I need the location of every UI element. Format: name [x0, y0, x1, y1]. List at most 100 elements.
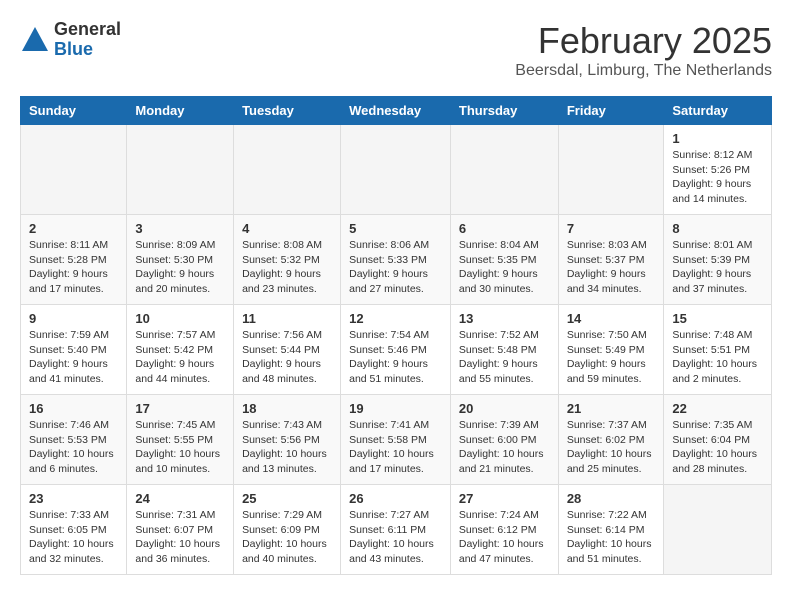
calendar-cell: 2 Sunrise: 8:11 AM Sunset: 5:28 PM Daylig… — [21, 215, 127, 305]
day-info: Sunrise: 7:52 AM Sunset: 5:48 PM Dayligh… — [459, 328, 550, 387]
calendar-cell — [558, 125, 664, 215]
calendar-cell: 13 Sunrise: 7:52 AM Sunset: 5:48 PM Dayli… — [450, 305, 558, 395]
day-info: Sunrise: 8:12 AM Sunset: 5:26 PM Dayligh… — [672, 148, 763, 207]
day-info: Sunrise: 8:11 AM Sunset: 5:28 PM Dayligh… — [29, 238, 118, 297]
calendar-week-row: 2 Sunrise: 8:11 AM Sunset: 5:28 PM Daylig… — [21, 215, 772, 305]
day-number: 1 — [672, 131, 763, 146]
calendar-week-row: 1 Sunrise: 8:12 AM Sunset: 5:26 PM Daylig… — [21, 125, 772, 215]
calendar-cell: 9 Sunrise: 7:59 AM Sunset: 5:40 PM Daylig… — [21, 305, 127, 395]
calendar-cell: 6 Sunrise: 8:04 AM Sunset: 5:35 PM Daylig… — [450, 215, 558, 305]
day-number: 6 — [459, 221, 550, 236]
calendar-cell: 23 Sunrise: 7:33 AM Sunset: 6:05 PM Dayli… — [21, 485, 127, 575]
calendar-cell: 17 Sunrise: 7:45 AM Sunset: 5:55 PM Dayli… — [127, 395, 234, 485]
day-number: 17 — [135, 401, 225, 416]
calendar-cell: 3 Sunrise: 8:09 AM Sunset: 5:30 PM Daylig… — [127, 215, 234, 305]
calendar-cell: 10 Sunrise: 7:57 AM Sunset: 5:42 PM Dayli… — [127, 305, 234, 395]
day-number: 2 — [29, 221, 118, 236]
day-number: 26 — [349, 491, 442, 506]
calendar-cell: 21 Sunrise: 7:37 AM Sunset: 6:02 PM Dayli… — [558, 395, 664, 485]
day-number: 16 — [29, 401, 118, 416]
day-info: Sunrise: 7:57 AM Sunset: 5:42 PM Dayligh… — [135, 328, 225, 387]
calendar-cell — [450, 125, 558, 215]
month-title: February 2025 — [515, 20, 772, 62]
day-number: 13 — [459, 311, 550, 326]
day-info: Sunrise: 8:08 AM Sunset: 5:32 PM Dayligh… — [242, 238, 332, 297]
logo-general-text: General — [54, 20, 121, 40]
location-title: Beersdal, Limburg, The Netherlands — [515, 62, 772, 80]
calendar-cell: 1 Sunrise: 8:12 AM Sunset: 5:26 PM Daylig… — [664, 125, 772, 215]
day-number: 22 — [672, 401, 763, 416]
day-info: Sunrise: 7:22 AM Sunset: 6:14 PM Dayligh… — [567, 508, 656, 567]
day-info: Sunrise: 7:59 AM Sunset: 5:40 PM Dayligh… — [29, 328, 118, 387]
weekday-header-thursday: Thursday — [450, 97, 558, 125]
day-info: Sunrise: 7:48 AM Sunset: 5:51 PM Dayligh… — [672, 328, 763, 387]
day-info: Sunrise: 7:45 AM Sunset: 5:55 PM Dayligh… — [135, 418, 225, 477]
day-info: Sunrise: 8:04 AM Sunset: 5:35 PM Dayligh… — [459, 238, 550, 297]
calendar-cell: 14 Sunrise: 7:50 AM Sunset: 5:49 PM Dayli… — [558, 305, 664, 395]
day-info: Sunrise: 7:31 AM Sunset: 6:07 PM Dayligh… — [135, 508, 225, 567]
calendar-cell — [664, 485, 772, 575]
calendar-table: SundayMondayTuesdayWednesdayThursdayFrid… — [20, 96, 772, 575]
day-info: Sunrise: 7:46 AM Sunset: 5:53 PM Dayligh… — [29, 418, 118, 477]
calendar-cell: 8 Sunrise: 8:01 AM Sunset: 5:39 PM Daylig… — [664, 215, 772, 305]
day-number: 23 — [29, 491, 118, 506]
day-number: 20 — [459, 401, 550, 416]
day-info: Sunrise: 7:35 AM Sunset: 6:04 PM Dayligh… — [672, 418, 763, 477]
calendar-cell: 18 Sunrise: 7:43 AM Sunset: 5:56 PM Dayli… — [234, 395, 341, 485]
day-info: Sunrise: 7:43 AM Sunset: 5:56 PM Dayligh… — [242, 418, 332, 477]
calendar-cell: 11 Sunrise: 7:56 AM Sunset: 5:44 PM Dayli… — [234, 305, 341, 395]
calendar-cell: 16 Sunrise: 7:46 AM Sunset: 5:53 PM Dayli… — [21, 395, 127, 485]
calendar-cell: 22 Sunrise: 7:35 AM Sunset: 6:04 PM Dayli… — [664, 395, 772, 485]
calendar-cell — [234, 125, 341, 215]
day-number: 25 — [242, 491, 332, 506]
day-info: Sunrise: 8:01 AM Sunset: 5:39 PM Dayligh… — [672, 238, 763, 297]
day-number: 10 — [135, 311, 225, 326]
day-info: Sunrise: 7:56 AM Sunset: 5:44 PM Dayligh… — [242, 328, 332, 387]
day-number: 8 — [672, 221, 763, 236]
title-block: February 2025 Beersdal, Limburg, The Net… — [515, 20, 772, 80]
day-number: 18 — [242, 401, 332, 416]
day-number: 28 — [567, 491, 656, 506]
day-number: 27 — [459, 491, 550, 506]
day-info: Sunrise: 7:29 AM Sunset: 6:09 PM Dayligh… — [242, 508, 332, 567]
calendar-cell: 12 Sunrise: 7:54 AM Sunset: 5:46 PM Dayli… — [341, 305, 451, 395]
weekday-header-tuesday: Tuesday — [234, 97, 341, 125]
day-number: 3 — [135, 221, 225, 236]
day-info: Sunrise: 7:37 AM Sunset: 6:02 PM Dayligh… — [567, 418, 656, 477]
calendar-week-row: 9 Sunrise: 7:59 AM Sunset: 5:40 PM Daylig… — [21, 305, 772, 395]
calendar-cell: 15Sunrise: 7:48 AM Sunset: 5:51 PM Dayli… — [664, 305, 772, 395]
weekday-header-row: SundayMondayTuesdayWednesdayThursdayFrid… — [21, 97, 772, 125]
day-info: Sunrise: 7:50 AM Sunset: 5:49 PM Dayligh… — [567, 328, 656, 387]
calendar-week-row: 16 Sunrise: 7:46 AM Sunset: 5:53 PM Dayli… — [21, 395, 772, 485]
weekday-header-wednesday: Wednesday — [341, 97, 451, 125]
day-info: Sunrise: 7:54 AM Sunset: 5:46 PM Dayligh… — [349, 328, 442, 387]
day-number: 24 — [135, 491, 225, 506]
weekday-header-saturday: Saturday — [664, 97, 772, 125]
calendar-cell: 26 Sunrise: 7:27 AM Sunset: 6:11 PM Dayli… — [341, 485, 451, 575]
day-number: 19 — [349, 401, 442, 416]
day-info: Sunrise: 7:39 AM Sunset: 6:00 PM Dayligh… — [459, 418, 550, 477]
weekday-header-monday: Monday — [127, 97, 234, 125]
calendar-cell — [127, 125, 234, 215]
calendar-cell — [341, 125, 451, 215]
day-number: 9 — [29, 311, 118, 326]
day-number: 7 — [567, 221, 656, 236]
day-number: 14 — [567, 311, 656, 326]
calendar-cell: 28 Sunrise: 7:22 AM Sunset: 6:14 PM Dayli… — [558, 485, 664, 575]
calendar-cell: 4 Sunrise: 8:08 AM Sunset: 5:32 PM Daylig… — [234, 215, 341, 305]
day-number: 5 — [349, 221, 442, 236]
calendar-cell: 19Sunrise: 7:41 AM Sunset: 5:58 PM Dayli… — [341, 395, 451, 485]
day-number: 21 — [567, 401, 656, 416]
logo-blue-text: Blue — [54, 40, 121, 60]
day-info: Sunrise: 7:33 AM Sunset: 6:05 PM Dayligh… — [29, 508, 118, 567]
weekday-header-friday: Friday — [558, 97, 664, 125]
day-info: Sunrise: 8:09 AM Sunset: 5:30 PM Dayligh… — [135, 238, 225, 297]
weekday-header-sunday: Sunday — [21, 97, 127, 125]
calendar-cell: 5 Sunrise: 8:06 AM Sunset: 5:33 PM Daylig… — [341, 215, 451, 305]
day-info: Sunrise: 8:06 AM Sunset: 5:33 PM Dayligh… — [349, 238, 442, 297]
day-info: Sunrise: 7:27 AM Sunset: 6:11 PM Dayligh… — [349, 508, 442, 567]
day-number: 4 — [242, 221, 332, 236]
day-number: 11 — [242, 311, 332, 326]
page-header: General Blue February 2025 Beersdal, Lim… — [20, 20, 772, 80]
day-number: 12 — [349, 311, 442, 326]
